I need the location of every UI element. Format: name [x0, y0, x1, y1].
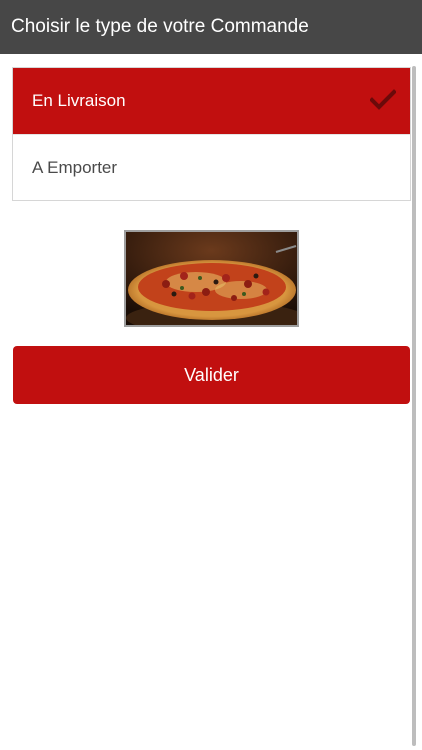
- order-type-list: En Livraison A Emporter: [12, 67, 411, 201]
- page-title: Choisir le type de votre Commande: [11, 16, 309, 37]
- scrollbar[interactable]: [412, 66, 416, 746]
- order-option-emporter[interactable]: A Emporter: [13, 134, 410, 200]
- pizza-illustration: [126, 232, 297, 325]
- order-option-label: En Livraison: [32, 91, 126, 110]
- checkmark-icon: [370, 89, 396, 110]
- order-option-livraison[interactable]: En Livraison: [13, 68, 410, 134]
- pizza-image: [124, 230, 299, 327]
- order-option-label: A Emporter: [32, 158, 118, 177]
- valider-button[interactable]: Valider: [13, 346, 410, 404]
- title-bar: Choisir le type de votre Commande: [0, 0, 422, 54]
- content-area: En Livraison A Emporter Valider: [0, 54, 422, 750]
